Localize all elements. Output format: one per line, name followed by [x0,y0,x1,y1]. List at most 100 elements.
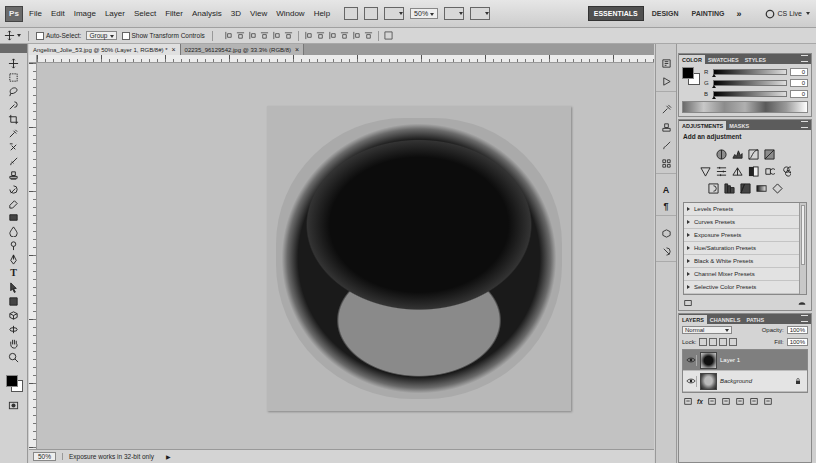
tool-button[interactable] [3,308,25,322]
menu-item[interactable]: Select [134,9,156,18]
paragraph-panel-icon[interactable]: ¶ [663,202,668,211]
threshold-icon[interactable] [740,183,751,194]
close-tab-button[interactable]: × [295,46,299,53]
panel-tab[interactable]: LAYERS [679,315,707,324]
menu-item[interactable]: Filter [165,9,183,18]
menu-item[interactable]: File [29,9,42,18]
align-icon[interactable] [260,31,269,40]
screen-mode-icon[interactable] [470,7,490,20]
fill-field[interactable]: 100% [787,338,808,346]
zoom-dropdown[interactable]: 50% [410,8,438,19]
color-value-field[interactable]: 0 [790,68,808,76]
workspace-button[interactable]: PAINTING [687,7,730,20]
color-value-field[interactable]: 0 [790,79,808,87]
tool-button[interactable] [3,126,25,140]
panel-tab[interactable]: CHANNELS [707,315,744,324]
align-icon[interactable] [224,31,233,40]
selective-color-icon[interactable] [772,183,783,194]
panel-tab[interactable]: STYLES [742,55,769,64]
layer-row[interactable]: Layer 1 [683,350,807,371]
tool-button[interactable] [3,210,25,224]
tool-button[interactable] [3,252,25,266]
color-value-field[interactable]: 0 [790,90,808,98]
vibrance-icon[interactable] [700,166,711,177]
lock-option-icon[interactable] [699,338,707,346]
align-icon[interactable] [340,31,349,40]
blend-mode-dropdown[interactable]: Normal [682,326,732,334]
document-tab[interactable]: 02235_96129542.jpg @ 33.3% (RGB/8) × [181,44,305,55]
align-icon[interactable] [364,31,373,40]
exposure-icon[interactable] [764,149,775,160]
tool-button[interactable] [3,294,25,308]
align-icon[interactable] [236,31,245,40]
cs-live-button[interactable]: CS Live [765,9,810,19]
align-icon[interactable] [284,31,293,40]
align-icon[interactable] [304,31,313,40]
auto-select-dropdown[interactable]: Group [86,31,116,40]
foreground-color-swatch[interactable] [6,375,18,387]
layer-style-button[interactable]: fx [697,398,703,405]
ruler-origin[interactable] [29,55,37,63]
brightness-contrast-icon[interactable] [716,149,727,160]
tools-panel-header[interactable] [0,44,27,53]
menu-item[interactable]: Layer [105,9,125,18]
tool-button[interactable] [3,140,25,154]
mini-bridge-icon[interactable] [364,7,378,20]
align-icon[interactable] [328,31,337,40]
align-icon[interactable] [352,31,361,40]
tool-button[interactable] [3,196,25,210]
preset-item[interactable]: Levels Presets [684,203,799,216]
hue-saturation-icon[interactable] [716,166,727,177]
color-slider[interactable] [713,91,787,97]
canvas[interactable] [37,63,654,449]
navigator-panel-icon[interactable] [661,246,672,257]
menu-item[interactable]: 3D [231,9,241,18]
lock-option-icon[interactable] [729,338,737,346]
tool-preset-picker[interactable] [4,30,21,41]
align-icon[interactable] [272,31,281,40]
history-panel-icon[interactable] [661,58,672,69]
align-icon[interactable] [248,31,257,40]
preset-item[interactable]: Selective Color Presets [684,281,799,294]
color-slider[interactable] [713,69,787,75]
workspace-button[interactable]: ESSENTIALS [588,6,644,21]
bridge-icon[interactable] [344,7,358,20]
clone-source-icon[interactable] [661,122,672,133]
layer-row[interactable]: Background [683,371,807,392]
levels-icon[interactable] [732,149,743,160]
opacity-field[interactable]: 100% [787,326,808,334]
clip-layer-icon[interactable] [683,298,693,308]
preset-item[interactable]: Black & White Presets [684,255,799,268]
arrange-documents-icon[interactable] [444,7,464,20]
tool-button[interactable] [3,112,25,126]
vertical-ruler[interactable] [29,63,37,449]
tool-button[interactable] [3,168,25,182]
panel-tab[interactable]: ADJUSTMENTS [679,121,726,130]
align-icon[interactable] [316,31,325,40]
presets-scrollbar[interactable] [799,203,806,294]
tool-button[interactable] [3,56,25,70]
preset-item[interactable]: Exposure Presets [684,229,799,242]
expand-view-icon[interactable] [797,298,807,308]
menu-item[interactable]: Edit [51,9,65,18]
menu-item[interactable]: View [250,9,267,18]
delete-layer-icon[interactable] [763,396,773,406]
adjustment-layer-icon[interactable] [721,396,731,406]
curves-icon[interactable] [748,149,759,160]
3d-panel-icon[interactable] [661,228,672,239]
posterize-icon[interactable] [724,183,735,194]
gradient-map-icon[interactable] [756,183,767,194]
lock-option-icon[interactable] [719,338,727,346]
auto-align-icon[interactable] [384,31,393,40]
close-tab-button[interactable]: × [172,46,176,53]
document-tab[interactable]: Angelina_Jolie_53.jpg @ 50% (Layer 1, RG… [29,44,181,55]
panel-menu-icon[interactable] [801,315,808,322]
tool-button[interactable] [3,70,25,84]
color-balance-icon[interactable] [732,166,743,177]
color-swatches[interactable] [4,374,24,392]
brush-presets-icon[interactable] [661,104,672,115]
tool-button[interactable] [3,182,25,196]
horizontal-ruler[interactable] [37,55,654,63]
tool-button[interactable] [3,280,25,294]
view-extras-icon[interactable] [384,7,404,20]
